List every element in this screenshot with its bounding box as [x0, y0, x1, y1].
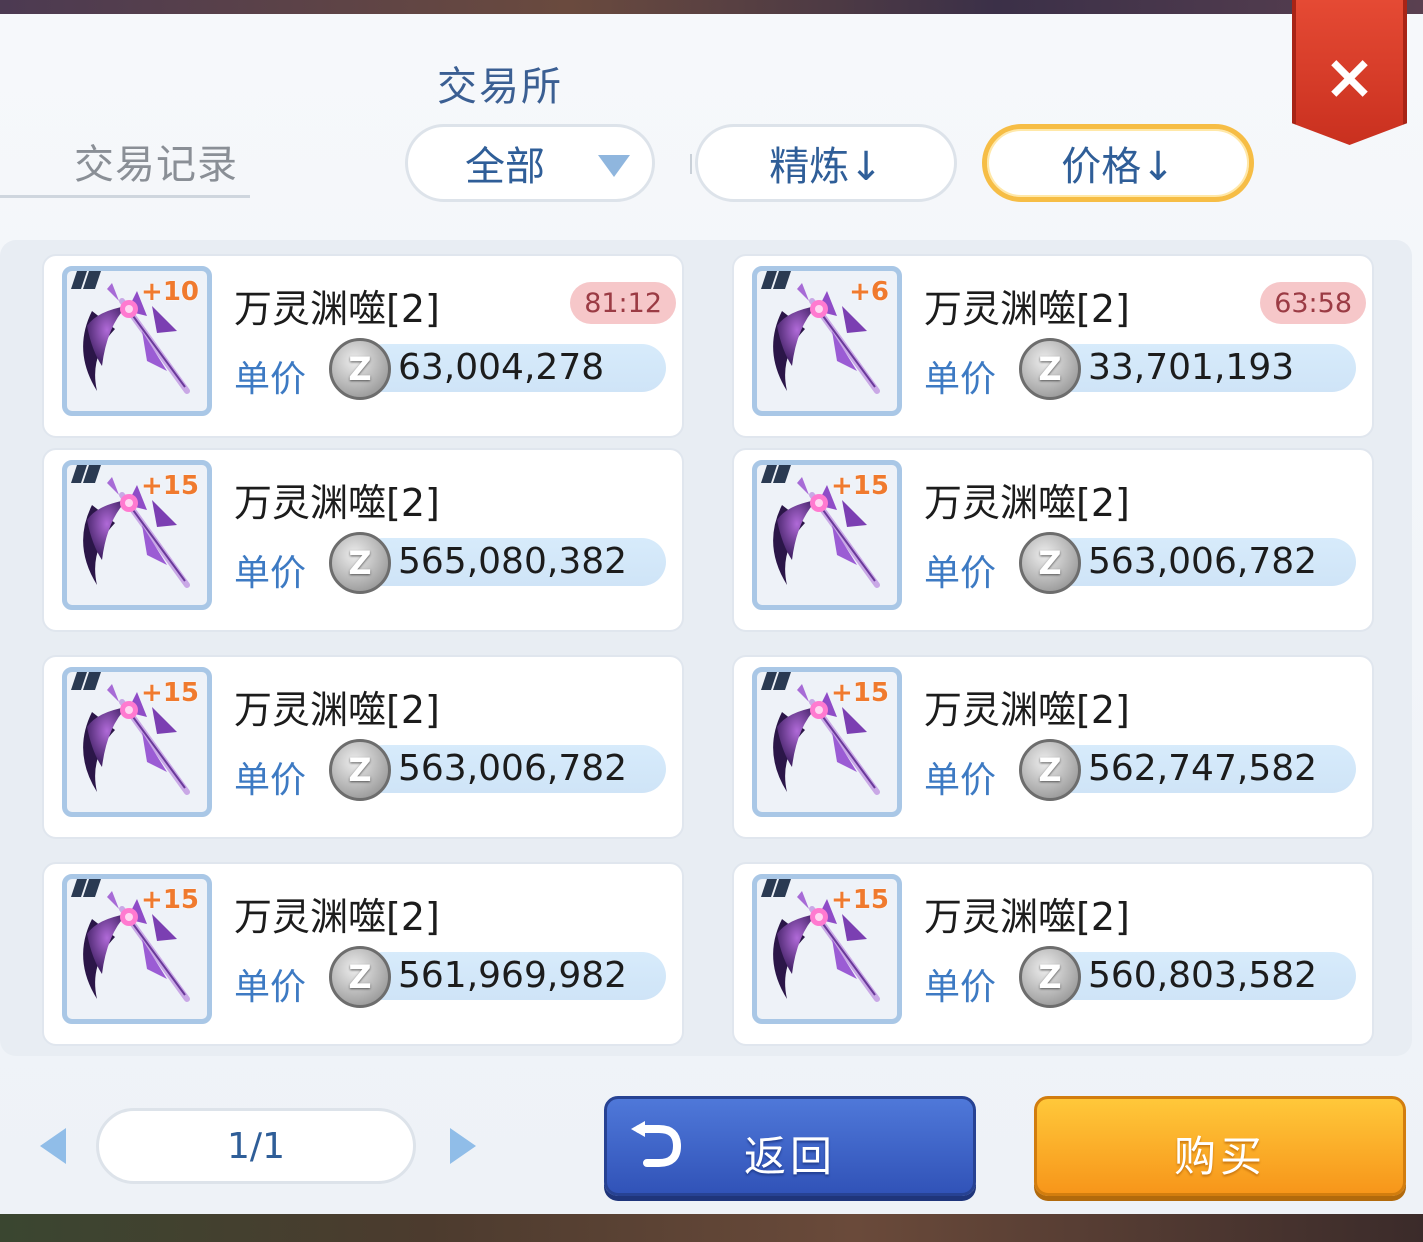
- refine-level: +15: [831, 678, 889, 708]
- refine-level: +15: [141, 678, 199, 708]
- zeny-coin-icon: Z: [329, 338, 391, 400]
- item-icon: +6: [752, 266, 902, 416]
- item-icon: +15: [752, 460, 902, 610]
- zeny-coin-icon: Z: [329, 532, 391, 594]
- item-icon: +15: [62, 460, 212, 610]
- item-name: 万灵渊噬[2]: [924, 895, 1130, 939]
- item-price: 560,803,582: [1088, 955, 1318, 996]
- unit-price-label: 单价: [234, 967, 307, 1008]
- zeny-coin-icon: Z: [1019, 946, 1081, 1008]
- unit-price-label: 单价: [924, 553, 997, 594]
- unit-price-label: 单价: [234, 359, 307, 400]
- page-indicator: 1/1: [96, 1108, 416, 1184]
- item-name: 万灵渊噬[2]: [234, 287, 440, 331]
- item-name: 万灵渊噬[2]: [234, 895, 440, 939]
- background-bottom: [0, 1214, 1423, 1242]
- card-slot-icon: [761, 879, 791, 897]
- sort-refine-button[interactable]: 精炼↓: [695, 124, 957, 202]
- unit-price-label: 单价: [924, 967, 997, 1008]
- buy-button[interactable]: 购买: [1034, 1096, 1406, 1196]
- unit-price-label: 单价: [234, 553, 307, 594]
- refine-level: +15: [831, 885, 889, 915]
- back-button[interactable]: 返回: [604, 1096, 976, 1196]
- refine-level: +15: [141, 471, 199, 501]
- zeny-coin-icon: Z: [329, 946, 391, 1008]
- page-number: 1/1: [227, 1125, 285, 1167]
- card-slot-icon: [71, 879, 101, 897]
- item-card[interactable]: +10 万灵渊噬[2] 81:12 单价 Z 63,004,278: [42, 254, 684, 438]
- item-price: 565,080,382: [398, 541, 628, 582]
- item-price: 63,004,278: [398, 347, 605, 388]
- back-button-label: 返回: [743, 1132, 836, 1181]
- item-icon: +15: [62, 667, 212, 817]
- close-button[interactable]: ×: [1292, 0, 1407, 145]
- zeny-coin-icon: Z: [329, 739, 391, 801]
- card-slot-icon: [761, 465, 791, 483]
- refine-level: +10: [141, 277, 199, 307]
- tab-trade-record[interactable]: 交易记录: [0, 126, 250, 198]
- close-icon: ×: [1323, 40, 1376, 113]
- item-name: 万灵渊噬[2]: [234, 481, 440, 525]
- card-slot-icon: [761, 672, 791, 690]
- zeny-coin-icon: Z: [1019, 338, 1081, 400]
- card-slot-icon: [71, 271, 101, 289]
- item-card[interactable]: +15 万灵渊噬[2] 单价 Z 560,803,582: [732, 862, 1374, 1046]
- divider: [690, 154, 692, 174]
- refine-level: +6: [849, 277, 889, 307]
- card-slot-icon: [71, 672, 101, 690]
- item-card[interactable]: +15 万灵渊噬[2] 单价 Z 565,080,382: [42, 448, 684, 632]
- item-list[interactable]: +10 万灵渊噬[2] 81:12 单价 Z 63,004,278 +6 万灵渊…: [0, 240, 1412, 1056]
- item-icon: +10: [62, 266, 212, 416]
- exchange-panel: 交易所 交易记录 全部 精炼↓ 价格↓ +10 万灵渊噬[2] 81:12 单价…: [0, 14, 1423, 1228]
- item-price: 562,747,582: [1088, 748, 1318, 789]
- item-icon: +15: [752, 667, 902, 817]
- page-title: 交易所: [437, 64, 563, 110]
- item-name: 万灵渊噬[2]: [924, 688, 1130, 732]
- listing-timer-badge: 81:12: [570, 282, 676, 324]
- item-card[interactable]: +15 万灵渊噬[2] 单价 Z 561,969,982: [42, 862, 684, 1046]
- tab-trade-record-label: 交易记录: [74, 142, 238, 188]
- card-slot-icon: [761, 271, 791, 289]
- buy-button-label: 购买: [1173, 1132, 1266, 1181]
- category-dropdown[interactable]: 全部: [405, 124, 655, 202]
- item-name: 万灵渊噬[2]: [924, 287, 1130, 331]
- item-icon: +15: [62, 874, 212, 1024]
- card-slot-icon: [71, 465, 101, 483]
- prev-page-icon[interactable]: [40, 1128, 66, 1164]
- item-card[interactable]: +15 万灵渊噬[2] 单价 Z 563,006,782: [732, 448, 1374, 632]
- unit-price-label: 单价: [924, 760, 997, 801]
- unit-price-label: 单价: [924, 359, 997, 400]
- refine-level: +15: [141, 885, 199, 915]
- chevron-down-icon: [598, 155, 630, 177]
- listing-timer-badge: 63:58: [1260, 282, 1366, 324]
- sort-price-label: 价格↓: [1061, 144, 1175, 190]
- next-page-icon[interactable]: [450, 1128, 476, 1164]
- sort-refine-label: 精炼↓: [769, 144, 883, 190]
- sort-price-button[interactable]: 价格↓: [982, 124, 1254, 202]
- item-name: 万灵渊噬[2]: [924, 481, 1130, 525]
- item-card[interactable]: +6 万灵渊噬[2] 63:58 单价 Z 33,701,193: [732, 254, 1374, 438]
- item-card[interactable]: +15 万灵渊噬[2] 单价 Z 562,747,582: [732, 655, 1374, 839]
- zeny-coin-icon: Z: [1019, 532, 1081, 594]
- category-dropdown-value: 全部: [465, 144, 545, 190]
- item-icon: +15: [752, 874, 902, 1024]
- refine-level: +15: [831, 471, 889, 501]
- item-price: 561,969,982: [398, 955, 628, 996]
- unit-price-label: 单价: [234, 760, 307, 801]
- item-name: 万灵渊噬[2]: [234, 688, 440, 732]
- item-price: 563,006,782: [1088, 541, 1318, 582]
- item-price: 33,701,193: [1088, 347, 1295, 388]
- zeny-coin-icon: Z: [1019, 739, 1081, 801]
- item-price: 563,006,782: [398, 748, 628, 789]
- item-card[interactable]: +15 万灵渊噬[2] 单价 Z 563,006,782: [42, 655, 684, 839]
